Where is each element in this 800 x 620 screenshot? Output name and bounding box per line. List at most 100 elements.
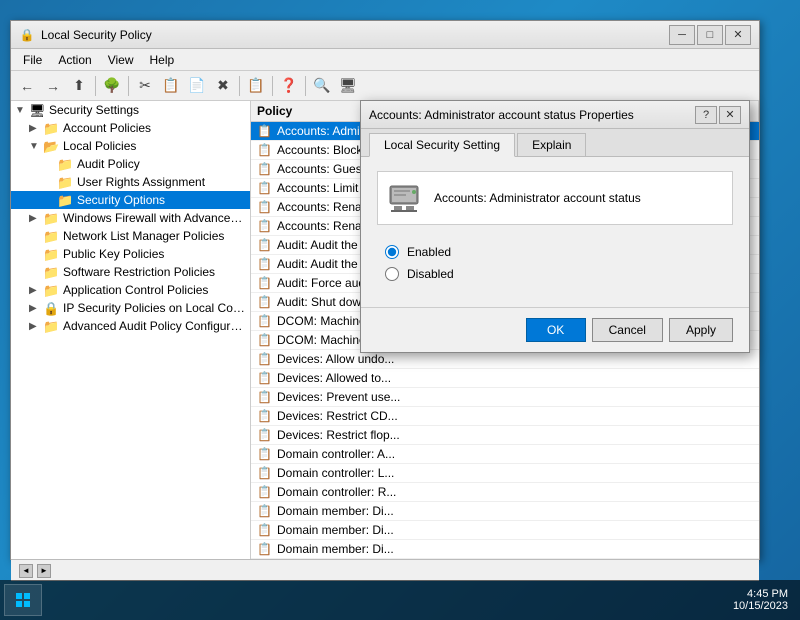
policy-text: Domain member: Di... bbox=[277, 504, 394, 518]
minimize-button[interactable]: ─ bbox=[669, 25, 695, 45]
row-policy-icon: 📋 bbox=[257, 352, 273, 366]
tree-panel[interactable]: ▼ 🖥 Security Settings ▶ 📁 Account Polici… bbox=[11, 101, 251, 559]
radio-group: Enabled Disabled bbox=[377, 241, 733, 293]
dialog-title-bar: Accounts: Administrator account status P… bbox=[361, 101, 749, 129]
menu-file[interactable]: File bbox=[15, 51, 50, 69]
expander-app-control: ▶ bbox=[29, 285, 43, 296]
list-row[interactable]: 📋 Domain controller: A... bbox=[251, 445, 759, 464]
cell-setting bbox=[471, 521, 759, 539]
view-button[interactable]: 🖥 bbox=[336, 74, 360, 98]
list-row[interactable]: 📋 Domain member: Di... bbox=[251, 502, 759, 521]
menu-view[interactable]: View bbox=[100, 51, 142, 69]
tree-public-key[interactable]: 📁 Public Key Policies bbox=[11, 245, 250, 263]
forward-button[interactable]: → bbox=[41, 74, 65, 98]
row-policy-icon: 📋 bbox=[257, 314, 273, 328]
tab-local-security-setting[interactable]: Local Security Setting bbox=[369, 133, 515, 157]
list-row[interactable]: 📋 Devices: Prevent use... bbox=[251, 388, 759, 407]
list-row[interactable]: 📋 Domain member: Di... bbox=[251, 540, 759, 559]
taskbar-start-button[interactable] bbox=[4, 584, 42, 616]
export-button[interactable]: 🔍 bbox=[310, 74, 334, 98]
tree-software-restriction[interactable]: 📁 Software Restriction Policies bbox=[11, 263, 250, 281]
row-policy-icon: 📋 bbox=[257, 238, 273, 252]
windows-firewall-icon: 📁 bbox=[43, 211, 59, 225]
paste-button[interactable]: 📄 bbox=[185, 74, 209, 98]
cell-setting bbox=[471, 540, 759, 558]
tree-ip-security[interactable]: ▶ 🔒 IP Security Policies on Local Comput… bbox=[11, 299, 250, 317]
list-row[interactable]: 📋 Devices: Allowed to... bbox=[251, 369, 759, 388]
cancel-button[interactable]: Cancel bbox=[592, 318, 663, 342]
cell-setting bbox=[471, 464, 759, 482]
title-bar-icon: 🔒 bbox=[19, 27, 35, 43]
list-row[interactable]: 📋 Domain controller: R... bbox=[251, 483, 759, 502]
security-settings-icon: 🖥 bbox=[29, 103, 45, 117]
expander-windows-firewall: ▶ bbox=[29, 213, 43, 224]
tree-account-policies[interactable]: ▶ 📁 Account Policies bbox=[11, 119, 250, 137]
cell-policy: 📋 Devices: Restrict flop... bbox=[251, 426, 471, 444]
scroll-left-button[interactable]: ◄ bbox=[19, 564, 33, 578]
tree-security-settings[interactable]: ▼ 🖥 Security Settings bbox=[11, 101, 250, 119]
row-policy-icon: 📋 bbox=[257, 542, 273, 556]
radio-row-disabled: Disabled bbox=[385, 267, 725, 281]
radio-disabled-label[interactable]: Disabled bbox=[407, 267, 454, 281]
back-button[interactable]: ← bbox=[15, 74, 39, 98]
tree-network-list[interactable]: 📁 Network List Manager Policies bbox=[11, 227, 250, 245]
tree-advanced-audit[interactable]: ▶ 📁 Advanced Audit Policy Configuration bbox=[11, 317, 250, 335]
list-row[interactable]: 📋 Domain controller: L... bbox=[251, 464, 759, 483]
main-window-title: Local Security Policy bbox=[41, 28, 669, 42]
tree-windows-firewall[interactable]: ▶ 📁 Windows Firewall with Advanced Sec..… bbox=[11, 209, 250, 227]
taskbar: 4:45 PM 10/15/2023 bbox=[0, 580, 800, 620]
radio-enabled-label[interactable]: Enabled bbox=[407, 245, 451, 259]
tree-app-control[interactable]: ▶ 📁 Application Control Policies bbox=[11, 281, 250, 299]
menu-help[interactable]: Help bbox=[142, 51, 183, 69]
network-list-icon: 📁 bbox=[43, 229, 59, 243]
cut-button[interactable]: ✂ bbox=[133, 74, 157, 98]
apply-button[interactable]: Apply bbox=[669, 318, 733, 342]
cell-policy: 📋 Domain controller: A... bbox=[251, 445, 471, 463]
dialog-policy-name: Accounts: Administrator account status bbox=[434, 190, 641, 207]
expander-advanced-audit: ▶ bbox=[29, 321, 43, 332]
software-restriction-label: Software Restriction Policies bbox=[63, 265, 215, 279]
list-row[interactable]: 📋 Devices: Restrict flop... bbox=[251, 426, 759, 445]
toolbar-separator-5 bbox=[305, 76, 306, 96]
row-policy-icon: 📋 bbox=[257, 200, 273, 214]
title-bar-buttons: ─ □ ✕ bbox=[669, 25, 751, 45]
menu-action[interactable]: Action bbox=[50, 51, 99, 69]
up-button[interactable]: ⬆ bbox=[67, 74, 91, 98]
tree-audit-policy[interactable]: 📁 Audit Policy bbox=[11, 155, 250, 173]
show-hide-console-tree[interactable]: 🌳 bbox=[100, 74, 124, 98]
radio-disabled[interactable] bbox=[385, 267, 399, 281]
cell-policy: 📋 Devices: Allowed to... bbox=[251, 369, 471, 387]
tab-explain[interactable]: Explain bbox=[517, 133, 586, 156]
windows-logo-icon bbox=[15, 592, 31, 608]
help-button[interactable]: ❓ bbox=[277, 74, 301, 98]
radio-enabled[interactable] bbox=[385, 245, 399, 259]
cell-policy: 📋 Domain controller: L... bbox=[251, 464, 471, 482]
tree-security-options[interactable]: 📁 Security Options bbox=[11, 191, 250, 209]
close-button[interactable]: ✕ bbox=[725, 25, 751, 45]
row-policy-icon: 📋 bbox=[257, 333, 273, 347]
dialog-help-button[interactable]: ? bbox=[695, 106, 717, 124]
row-policy-icon: 📋 bbox=[257, 447, 273, 461]
delete-button[interactable]: ✖ bbox=[211, 74, 235, 98]
dialog-footer: OK Cancel Apply bbox=[361, 307, 749, 352]
public-key-icon: 📁 bbox=[43, 247, 59, 261]
ok-button[interactable]: OK bbox=[526, 318, 586, 342]
advanced-audit-label: Advanced Audit Policy Configuration bbox=[63, 319, 246, 333]
list-row[interactable]: 📋 Domain member: Di... bbox=[251, 521, 759, 540]
audit-policy-label: Audit Policy bbox=[77, 157, 140, 171]
dialog-close-button[interactable]: ✕ bbox=[719, 106, 741, 124]
list-row[interactable]: 📋 Devices: Restrict CD... bbox=[251, 407, 759, 426]
copy-button[interactable]: 📋 bbox=[159, 74, 183, 98]
tree-local-policies[interactable]: ▼ 📂 Local Policies bbox=[11, 137, 250, 155]
policy-text: Devices: Restrict CD... bbox=[277, 409, 398, 423]
properties-button[interactable]: 📋 bbox=[244, 74, 268, 98]
scroll-right-button[interactable]: ► bbox=[37, 564, 51, 578]
toolbar-separator-4 bbox=[272, 76, 273, 96]
cell-setting bbox=[471, 388, 759, 406]
tree-user-rights[interactable]: 📁 User Rights Assignment bbox=[11, 173, 250, 191]
cell-policy: 📋 Devices: Prevent use... bbox=[251, 388, 471, 406]
row-policy-icon: 📋 bbox=[257, 390, 273, 404]
maximize-button[interactable]: □ bbox=[697, 25, 723, 45]
row-policy-icon: 📋 bbox=[257, 162, 273, 176]
clock-time: 4:45 PM bbox=[733, 588, 788, 600]
